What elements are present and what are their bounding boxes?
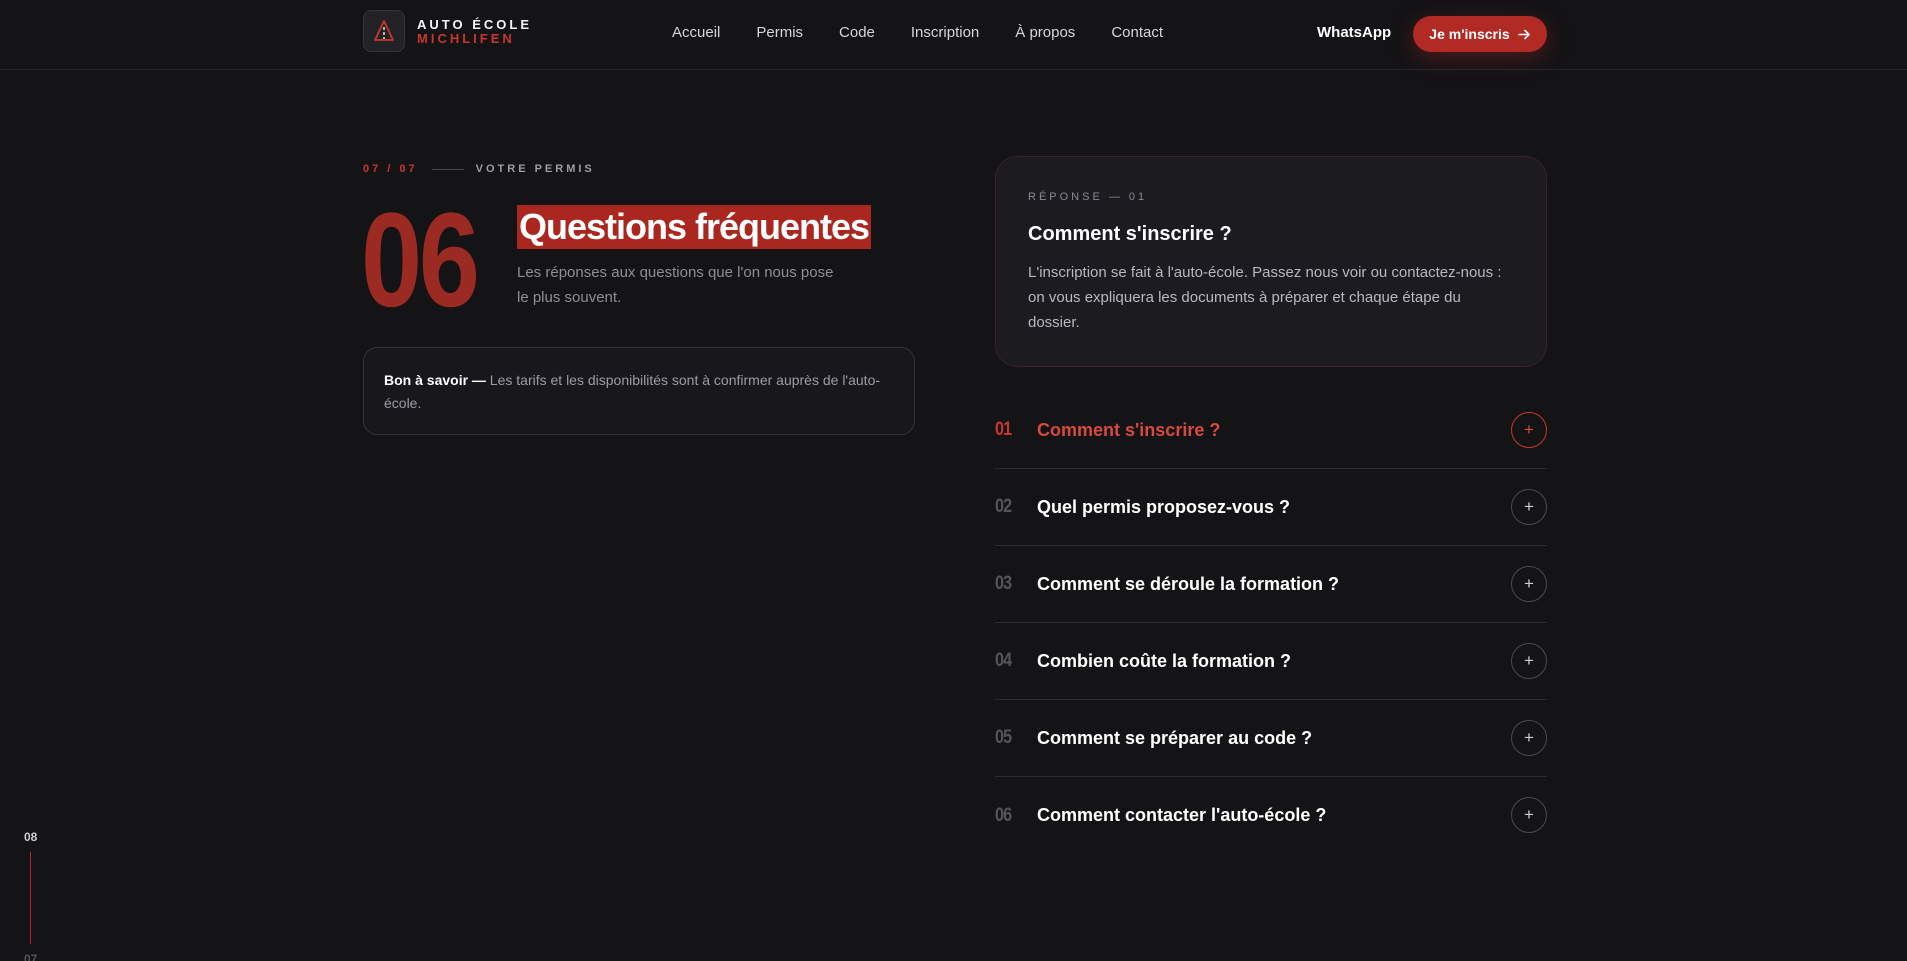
- site-header: AUTO ÉCOLE MICHLIFEN Accueil Permis Code…: [0, 0, 1907, 70]
- faq-list: 01 Comment s'inscrire ? + 02 Quel permis…: [995, 392, 1547, 854]
- brand-name[interactable]: AUTO ÉCOLE: [417, 17, 532, 32]
- answer-text: L'inscription se fait à l'auto-école. Pa…: [1028, 264, 1502, 331]
- brand-subname[interactable]: MICHLIFEN: [417, 31, 515, 46]
- plus-icon[interactable]: +: [1511, 412, 1547, 448]
- faq-item[interactable]: 02 Quel permis proposez-vous ? +: [995, 469, 1547, 546]
- info-note-label: Bon à savoir —: [384, 372, 486, 388]
- faq-question: Comment se déroule la formation ?: [1037, 573, 1340, 594]
- faq-number: 03: [995, 573, 1012, 594]
- signup-button[interactable]: Je m'inscris: [1413, 16, 1547, 52]
- plus-icon[interactable]: +: [1511, 720, 1547, 756]
- answer-title: Comment s'inscrire ?: [1028, 223, 1232, 245]
- section-number: 06: [361, 186, 480, 335]
- nav-item-inscription[interactable]: Inscription: [911, 24, 979, 41]
- signup-button-label: Je m'inscris: [1429, 26, 1510, 42]
- nav-item-accueil[interactable]: Accueil: [672, 24, 720, 41]
- plus-icon[interactable]: +: [1511, 489, 1547, 525]
- faq-question: Quel permis proposez-vous ?: [1037, 496, 1291, 517]
- faq-question: Comment se préparer au code ?: [1037, 727, 1313, 748]
- faq-number: 05: [995, 727, 1012, 748]
- page-title: Questions fréquentes: [517, 205, 872, 249]
- info-note: Bon à savoir — Les tarifs et les disponi…: [363, 347, 915, 435]
- faq-number: 04: [995, 650, 1012, 671]
- faq-question: Combien coûte la formation ?: [1037, 650, 1292, 671]
- faq-number: 01: [995, 419, 1012, 440]
- nav-item-a-propos[interactable]: À propos: [1015, 24, 1075, 41]
- page-subtitle: Les réponses aux questions que l'on nous…: [517, 264, 834, 306]
- section-step: 07 / 07: [363, 163, 418, 175]
- logo-icon[interactable]: [363, 10, 405, 52]
- arrow-right-icon: [1517, 29, 1530, 39]
- faq-question: Comment contacter l'auto-école ?: [1037, 805, 1327, 825]
- eyebrow-divider: [431, 168, 464, 170]
- faq-number: 02: [995, 496, 1012, 517]
- whatsapp-link[interactable]: WhatsApp: [1317, 24, 1391, 41]
- answer-card: RÉPONSE — 01 Comment s'inscrire ? L'insc…: [995, 156, 1547, 367]
- faq-item[interactable]: 01 Comment s'inscrire ? +: [995, 392, 1547, 469]
- plus-icon[interactable]: +: [1511, 566, 1547, 602]
- answer-eyebrow: RÉPONSE — 01: [1028, 191, 1148, 203]
- nav-item-contact[interactable]: Contact: [1111, 24, 1163, 41]
- faq-question: Comment s'inscrire ?: [1037, 419, 1221, 440]
- section-eyebrow: 07 / 07 VOTRE PERMIS: [363, 163, 595, 175]
- faq-item[interactable]: 04 Combien coûte la formation ? +: [995, 623, 1547, 700]
- nav-item-code[interactable]: Code: [839, 24, 875, 41]
- faq-item[interactable]: 05 Comment se préparer au code ? +: [995, 700, 1547, 777]
- section-progress-current: 08: [24, 830, 38, 844]
- main-nav: Accueil Permis Code Inscription À propos…: [672, 24, 1163, 41]
- plus-icon[interactable]: +: [1511, 797, 1547, 833]
- section-progress-next: 07: [24, 952, 38, 961]
- section-progress-bar: [30, 852, 31, 944]
- nav-item-permis[interactable]: Permis: [756, 24, 803, 41]
- faq-item[interactable]: 03 Comment se déroule la formation ? +: [995, 546, 1547, 623]
- faq-item[interactable]: 06 Comment contacter l'auto-école ? +: [995, 777, 1547, 854]
- faq-number: 06: [995, 804, 1012, 826]
- section-label: VOTRE PERMIS: [475, 163, 595, 175]
- plus-icon[interactable]: +: [1511, 643, 1547, 679]
